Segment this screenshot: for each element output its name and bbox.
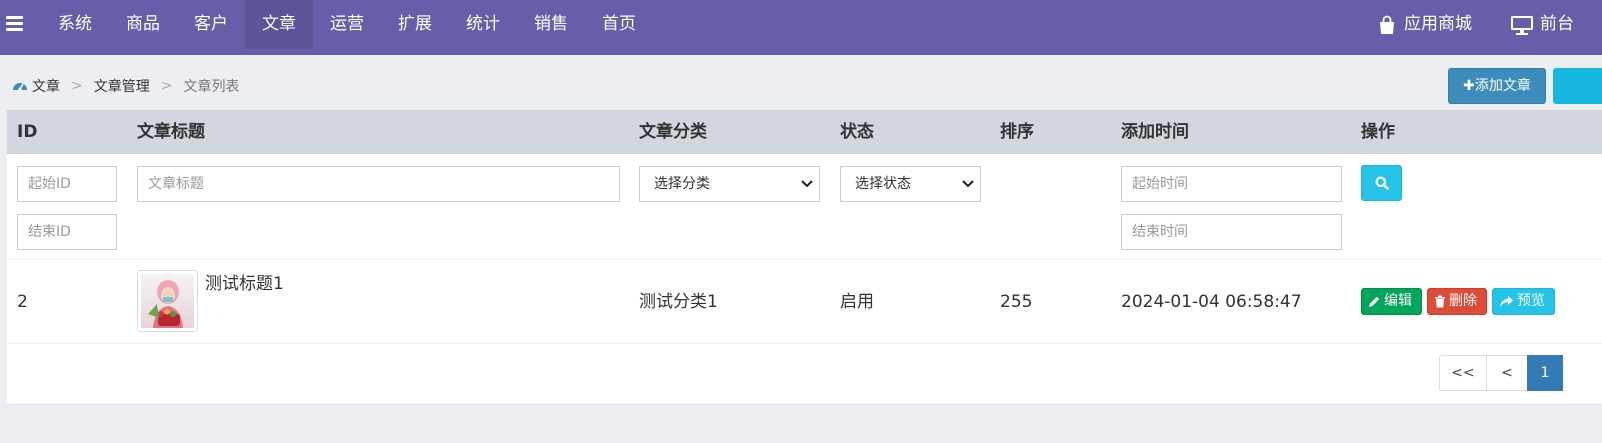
preview-label: 预览 <box>1517 293 1545 309</box>
nav-item-sales[interactable]: 销售 <box>517 0 585 49</box>
shopping-bag-icon <box>1380 15 1394 34</box>
app-store-link[interactable]: 应用商城 <box>1376 0 1472 49</box>
end-id-input[interactable] <box>17 214 117 250</box>
status-select[interactable]: 选择状态 <box>840 166 981 202</box>
breadcrumb-current: 文章列表 <box>183 79 240 95</box>
category-select-value: 选择分类 <box>654 176 710 192</box>
edit-button[interactable]: 编辑 <box>1361 288 1422 315</box>
header-title: 文章标题 <box>137 122 205 142</box>
search-icon <box>1375 176 1389 190</box>
row-status: 启用 <box>840 292 874 312</box>
pagination: << < 1 <box>1439 355 1563 391</box>
status-select-value: 选择状态 <box>855 176 911 192</box>
breadcrumb: 文章 > 文章管理 > 文章列表 <box>12 76 239 96</box>
start-time-input[interactable] <box>1121 166 1342 202</box>
pencil-icon <box>1369 296 1380 307</box>
header-sort: 排序 <box>1000 122 1034 142</box>
nav-item-goods[interactable]: 商品 <box>109 0 177 49</box>
nav-item-extension[interactable]: 扩展 <box>381 0 449 49</box>
table-header: ID 文章标题 文章分类 状态 排序 添加时间 操作 <box>7 110 1602 154</box>
nav-item-article[interactable]: 文章 <box>245 0 313 49</box>
frontend-link[interactable]: 前台 <box>1510 0 1574 49</box>
row-sort: 255 <box>1000 292 1033 312</box>
share-arrow-icon <box>1500 296 1513 307</box>
end-time-input[interactable] <box>1121 214 1342 250</box>
header-category: 文章分类 <box>639 122 707 142</box>
nav-item-statistics[interactable]: 统计 <box>449 0 517 49</box>
edit-label: 编辑 <box>1384 293 1412 309</box>
chevron-down-icon <box>801 180 813 188</box>
page-prev-button[interactable]: < <box>1486 355 1528 391</box>
row-added-time: 2024-01-04 06:58:47 <box>1121 292 1302 312</box>
header-added-time: 添加时间 <box>1121 122 1189 142</box>
frontend-label: 前台 <box>1540 14 1574 34</box>
breadcrumb-article-management[interactable]: 文章管理 <box>94 76 150 96</box>
search-button[interactable] <box>1361 165 1402 201</box>
thumbnail-image <box>141 274 194 328</box>
nav-item-system[interactable]: 系统 <box>41 0 109 49</box>
page-first-button[interactable]: << <box>1439 355 1487 391</box>
header-operations: 操作 <box>1361 122 1395 142</box>
add-article-button[interactable]: ✚添加文章 <box>1448 68 1546 104</box>
title-search-input[interactable] <box>137 166 620 202</box>
add-article-label: 添加文章 <box>1474 78 1531 94</box>
trash-icon <box>1435 295 1445 308</box>
filter-row: 选择分类 选择状态 <box>7 154 1602 260</box>
page-current[interactable]: 1 <box>1527 355 1563 391</box>
chevron-down-icon <box>962 180 974 188</box>
app-store-label: 应用商城 <box>1404 14 1472 34</box>
dashboard-gauge-icon <box>13 83 27 91</box>
category-select[interactable]: 选择分类 <box>639 166 820 202</box>
start-id-input[interactable] <box>17 166 117 202</box>
breadcrumb-separator: > <box>160 78 173 94</box>
main-nav: 系统 商品 客户 文章 运营 扩展 统计 销售 首页 <box>41 0 653 49</box>
article-thumbnail[interactable] <box>137 270 198 332</box>
hamburger-menu-icon[interactable] <box>6 16 23 32</box>
nav-item-operation[interactable]: 运营 <box>313 0 381 49</box>
delete-button[interactable]: 删除 <box>1427 288 1487 315</box>
row-title[interactable]: 测试标题1 <box>205 273 284 295</box>
nav-item-customer[interactable]: 客户 <box>177 0 245 49</box>
desktop-monitor-icon <box>1511 15 1533 35</box>
delete-label: 删除 <box>1449 293 1477 309</box>
row-id: 2 <box>17 292 28 312</box>
nav-item-home[interactable]: 首页 <box>585 0 653 49</box>
secondary-toolbar-button[interactable] <box>1553 68 1602 104</box>
preview-button[interactable]: 预览 <box>1492 288 1555 315</box>
table-row: 2 测试标题1 测试分类1 启用 255 2024-01-04 06:58:47… <box>7 260 1602 344</box>
header-status: 状态 <box>840 122 874 142</box>
breadcrumb-separator: > <box>71 78 83 94</box>
top-navbar: 系统 商品 客户 文章 运营 扩展 统计 销售 首页 应用商城 前台 <box>0 0 1602 55</box>
plus-icon: ✚ <box>1463 78 1475 94</box>
breadcrumb-home[interactable]: 文章 <box>32 76 60 96</box>
row-category: 测试分类1 <box>639 292 718 312</box>
header-id: ID <box>17 122 38 142</box>
article-table-panel: ID 文章标题 文章分类 状态 排序 添加时间 操作 选择分类 选择状态 2 <box>7 110 1602 405</box>
